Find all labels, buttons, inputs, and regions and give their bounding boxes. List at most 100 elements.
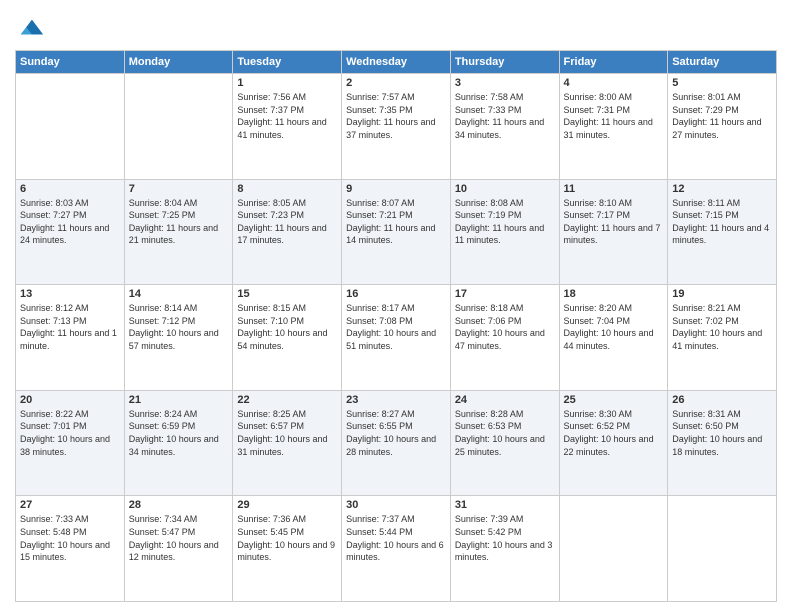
- day-info: Sunrise: 8:14 AMSunset: 7:12 PMDaylight:…: [129, 302, 229, 352]
- day-info: Sunrise: 7:33 AMSunset: 5:48 PMDaylight:…: [20, 513, 120, 563]
- calendar-cell: 22 Sunrise: 8:25 AMSunset: 6:57 PMDayligh…: [233, 390, 342, 496]
- day-info: Sunrise: 7:39 AMSunset: 5:42 PMDaylight:…: [455, 513, 555, 563]
- day-info: Sunrise: 8:31 AMSunset: 6:50 PMDaylight:…: [672, 408, 772, 458]
- day-number: 5: [672, 77, 772, 89]
- calendar-cell: 23 Sunrise: 8:27 AMSunset: 6:55 PMDayligh…: [342, 390, 451, 496]
- calendar-cell: 3Sunrise: 7:58 AMSunset: 7:33 PMDaylight…: [450, 74, 559, 180]
- day-info: Sunrise: 7:37 AMSunset: 5:44 PMDaylight:…: [346, 513, 446, 563]
- calendar-page: SundayMondayTuesdayWednesdayThursdayFrid…: [0, 0, 792, 612]
- calendar-cell: [559, 496, 668, 602]
- day-info: Sunrise: 8:00 AMSunset: 7:31 PMDaylight:…: [564, 91, 664, 141]
- day-number: 2: [346, 77, 446, 89]
- day-info: Sunrise: 8:05 AMSunset: 7:23 PMDaylight:…: [237, 197, 337, 247]
- calendar-week-row: 13 Sunrise: 8:12 AMSunset: 7:13 PMDayligh…: [16, 285, 777, 391]
- calendar-cell: 7Sunrise: 8:04 AMSunset: 7:25 PMDaylight…: [124, 179, 233, 285]
- calendar-cell: [668, 496, 777, 602]
- day-info: Sunrise: 7:36 AMSunset: 5:45 PMDaylight:…: [237, 513, 337, 563]
- calendar-week-row: 27 Sunrise: 7:33 AMSunset: 5:48 PMDayligh…: [16, 496, 777, 602]
- day-number: 14: [129, 288, 229, 300]
- calendar-cell: 20 Sunrise: 8:22 AMSunset: 7:01 PMDayligh…: [16, 390, 125, 496]
- calendar-cell: 28 Sunrise: 7:34 AMSunset: 5:47 PMDayligh…: [124, 496, 233, 602]
- calendar-cell: 31 Sunrise: 7:39 AMSunset: 5:42 PMDayligh…: [450, 496, 559, 602]
- day-info: Sunrise: 8:17 AMSunset: 7:08 PMDaylight:…: [346, 302, 446, 352]
- calendar-cell: [124, 74, 233, 180]
- day-info: Sunrise: 8:12 AMSunset: 7:13 PMDaylight:…: [20, 302, 120, 352]
- day-info: Sunrise: 8:01 AMSunset: 7:29 PMDaylight:…: [672, 91, 772, 141]
- calendar-cell: 17 Sunrise: 8:18 AMSunset: 7:06 PMDayligh…: [450, 285, 559, 391]
- day-info: Sunrise: 8:24 AMSunset: 6:59 PMDaylight:…: [129, 408, 229, 458]
- calendar-week-row: 6 Sunrise: 8:03 AMSunset: 7:27 PMDaylight…: [16, 179, 777, 285]
- calendar-cell: 24 Sunrise: 8:28 AMSunset: 6:53 PMDayligh…: [450, 390, 559, 496]
- calendar-cell: [16, 74, 125, 180]
- calendar-cell: 12Sunrise: 8:11 AMSunset: 7:15 PMDayligh…: [668, 179, 777, 285]
- day-number: 16: [346, 288, 446, 300]
- day-number: 20: [20, 394, 120, 406]
- day-number: 23: [346, 394, 446, 406]
- logo: [15, 14, 45, 42]
- calendar-cell: 25 Sunrise: 8:30 AMSunset: 6:52 PMDayligh…: [559, 390, 668, 496]
- day-number: 7: [129, 183, 229, 195]
- day-info: Sunrise: 8:21 AMSunset: 7:02 PMDaylight:…: [672, 302, 772, 352]
- day-info: Sunrise: 8:03 AMSunset: 7:27 PMDaylight:…: [20, 197, 120, 247]
- day-number: 31: [455, 499, 555, 511]
- weekday-header-friday: Friday: [559, 51, 668, 74]
- weekday-header-thursday: Thursday: [450, 51, 559, 74]
- calendar-cell: 2 Sunrise: 7:57 AMSunset: 7:35 PMDaylight…: [342, 74, 451, 180]
- day-info: Sunrise: 8:27 AMSunset: 6:55 PMDaylight:…: [346, 408, 446, 458]
- day-info: Sunrise: 8:22 AMSunset: 7:01 PMDaylight:…: [20, 408, 120, 458]
- day-number: 1: [237, 77, 337, 89]
- day-number: 10: [455, 183, 555, 195]
- calendar-cell: 26 Sunrise: 8:31 AMSunset: 6:50 PMDayligh…: [668, 390, 777, 496]
- day-info: Sunrise: 8:28 AMSunset: 6:53 PMDaylight:…: [455, 408, 555, 458]
- day-info: Sunrise: 7:56 AMSunset: 7:37 PMDaylight:…: [237, 91, 337, 141]
- day-number: 24: [455, 394, 555, 406]
- calendar-cell: 4Sunrise: 8:00 AMSunset: 7:31 PMDaylight…: [559, 74, 668, 180]
- weekday-header-sunday: Sunday: [16, 51, 125, 74]
- calendar-week-row: 1 Sunrise: 7:56 AMSunset: 7:37 PMDaylight…: [16, 74, 777, 180]
- day-info: Sunrise: 8:15 AMSunset: 7:10 PMDaylight:…: [237, 302, 337, 352]
- day-number: 15: [237, 288, 337, 300]
- day-info: Sunrise: 8:10 AMSunset: 7:17 PMDaylight:…: [564, 197, 664, 247]
- header: [15, 10, 777, 42]
- day-number: 26: [672, 394, 772, 406]
- day-number: 8: [237, 183, 337, 195]
- day-info: Sunrise: 8:30 AMSunset: 6:52 PMDaylight:…: [564, 408, 664, 458]
- day-number: 28: [129, 499, 229, 511]
- calendar-cell: 5 Sunrise: 8:01 AMSunset: 7:29 PMDaylight…: [668, 74, 777, 180]
- day-info: Sunrise: 8:25 AMSunset: 6:57 PMDaylight:…: [237, 408, 337, 458]
- day-number: 22: [237, 394, 337, 406]
- calendar-cell: 9Sunrise: 8:07 AMSunset: 7:21 PMDaylight…: [342, 179, 451, 285]
- day-info: Sunrise: 7:34 AMSunset: 5:47 PMDaylight:…: [129, 513, 229, 563]
- calendar-cell: 14 Sunrise: 8:14 AMSunset: 7:12 PMDayligh…: [124, 285, 233, 391]
- day-number: 17: [455, 288, 555, 300]
- weekday-header-wednesday: Wednesday: [342, 51, 451, 74]
- calendar-cell: 27 Sunrise: 7:33 AMSunset: 5:48 PMDayligh…: [16, 496, 125, 602]
- day-number: 9: [346, 183, 446, 195]
- calendar-cell: 18 Sunrise: 8:20 AMSunset: 7:04 PMDayligh…: [559, 285, 668, 391]
- calendar-cell: 10 Sunrise: 8:08 AMSunset: 7:19 PMDayligh…: [450, 179, 559, 285]
- day-number: 30: [346, 499, 446, 511]
- day-info: Sunrise: 7:57 AMSunset: 7:35 PMDaylight:…: [346, 91, 446, 141]
- day-number: 13: [20, 288, 120, 300]
- day-number: 27: [20, 499, 120, 511]
- day-number: 19: [672, 288, 772, 300]
- calendar-cell: 11Sunrise: 8:10 AMSunset: 7:17 PMDayligh…: [559, 179, 668, 285]
- weekday-header-row: SundayMondayTuesdayWednesdayThursdayFrid…: [16, 51, 777, 74]
- weekday-header-monday: Monday: [124, 51, 233, 74]
- weekday-header-saturday: Saturday: [668, 51, 777, 74]
- calendar-cell: 30 Sunrise: 7:37 AMSunset: 5:44 PMDayligh…: [342, 496, 451, 602]
- day-number: 12: [672, 183, 772, 195]
- day-number: 21: [129, 394, 229, 406]
- day-info: Sunrise: 8:08 AMSunset: 7:19 PMDaylight:…: [455, 197, 555, 247]
- calendar-cell: 21 Sunrise: 8:24 AMSunset: 6:59 PMDayligh…: [124, 390, 233, 496]
- weekday-header-tuesday: Tuesday: [233, 51, 342, 74]
- day-info: Sunrise: 8:18 AMSunset: 7:06 PMDaylight:…: [455, 302, 555, 352]
- calendar-table: SundayMondayTuesdayWednesdayThursdayFrid…: [15, 50, 777, 602]
- day-number: 18: [564, 288, 664, 300]
- day-number: 25: [564, 394, 664, 406]
- calendar-cell: 19 Sunrise: 8:21 AMSunset: 7:02 PMDayligh…: [668, 285, 777, 391]
- day-info: Sunrise: 8:20 AMSunset: 7:04 PMDaylight:…: [564, 302, 664, 352]
- calendar-cell: 6 Sunrise: 8:03 AMSunset: 7:27 PMDaylight…: [16, 179, 125, 285]
- calendar-cell: 1 Sunrise: 7:56 AMSunset: 7:37 PMDaylight…: [233, 74, 342, 180]
- day-number: 6: [20, 183, 120, 195]
